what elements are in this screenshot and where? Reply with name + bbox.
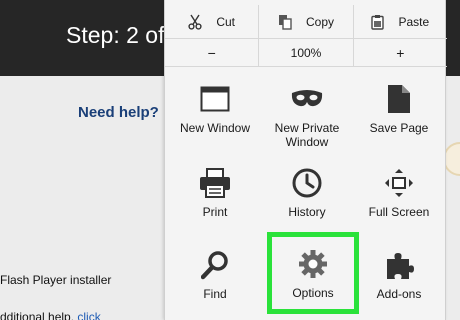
fullscreen-icon	[384, 166, 414, 200]
clock-icon	[292, 166, 322, 200]
save-page-button[interactable]: Save Page	[353, 72, 445, 154]
clipboard-icon	[371, 14, 385, 30]
menu-items-grid: New Window New Private Window Save Page	[169, 72, 445, 320]
additional-help-label: dditional help,	[0, 310, 78, 320]
cut-label: Cut	[216, 14, 235, 29]
copy-button[interactable]: Copy	[258, 5, 352, 38]
step-indicator: Step: 2 of	[66, 22, 165, 48]
scissors-icon	[188, 14, 202, 30]
printer-icon	[199, 166, 231, 200]
paste-label: Paste	[398, 14, 430, 29]
magnifier-icon	[201, 248, 229, 282]
zoom-out-button[interactable]: −	[165, 39, 258, 66]
mask-icon	[291, 82, 323, 116]
new-window-icon	[200, 82, 230, 116]
full-screen-label: Full Screen	[368, 205, 430, 219]
full-screen-button[interactable]: Full Screen	[353, 156, 445, 238]
puzzle-icon	[384, 248, 414, 282]
find-label: Find	[203, 287, 227, 301]
cut-button[interactable]: Cut	[165, 5, 258, 38]
find-button[interactable]: Find	[169, 238, 261, 320]
add-ons-label: Add-ons	[376, 287, 422, 301]
installer-text: Flash Player installer	[0, 273, 112, 287]
new-private-window-label: New Private Window	[274, 121, 340, 149]
new-window-label: New Window	[179, 121, 251, 135]
options-button[interactable]: Options	[267, 232, 359, 314]
save-page-label: Save Page	[369, 121, 429, 135]
new-private-window-button[interactable]: New Private Window	[261, 72, 353, 154]
new-window-button[interactable]: New Window	[169, 72, 261, 154]
additional-help-text: dditional help, click	[0, 310, 101, 320]
print-button[interactable]: Print	[169, 156, 261, 238]
copy-label: Copy	[305, 14, 334, 29]
copy-icon	[278, 14, 292, 30]
zoom-reset-button[interactable]: 100%	[258, 39, 352, 66]
history-label: History	[288, 205, 326, 219]
options-label: Options	[292, 286, 334, 300]
add-ons-button[interactable]: Add-ons	[353, 238, 445, 320]
gear-icon	[298, 247, 328, 281]
click-link[interactable]: click	[77, 310, 100, 320]
save-page-icon	[387, 82, 411, 116]
zoom-controls-row: − 100% +	[165, 39, 447, 67]
browser-menu-panel: Cut Copy Paste − 100% + New Window New P…	[164, 0, 447, 320]
zoom-in-button[interactable]: +	[352, 39, 447, 66]
edit-controls-row: Cut Copy Paste	[165, 5, 447, 39]
paste-button[interactable]: Paste	[352, 5, 447, 38]
print-label: Print	[202, 205, 228, 219]
history-button[interactable]: History	[261, 156, 353, 238]
need-help-link[interactable]: Need help?	[78, 104, 159, 121]
